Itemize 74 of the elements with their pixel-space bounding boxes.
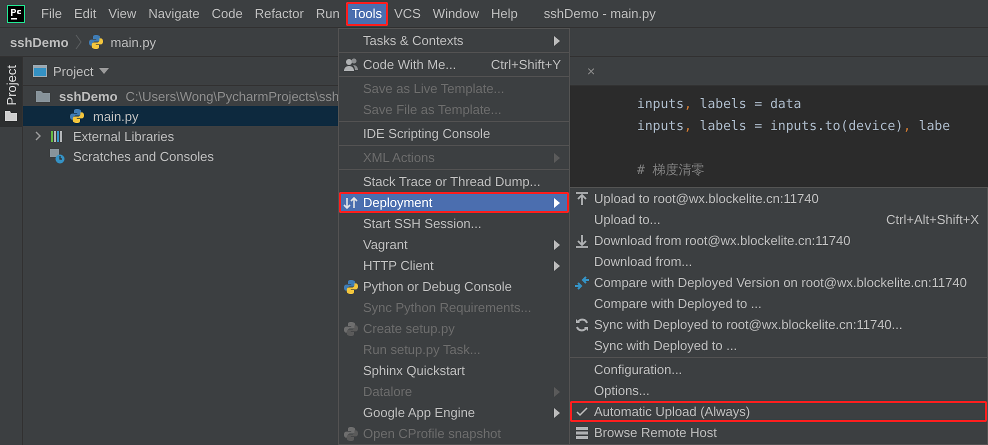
menu-item[interactable]: Stack Trace or Thread Dump... [339, 171, 569, 192]
menu-item[interactable]: Sync with Deployed to ... [570, 335, 987, 356]
project-tool-tab[interactable]: Project [0, 57, 22, 128]
menu-item[interactable]: Configuration... [570, 359, 987, 380]
folder-icon [5, 111, 17, 122]
menu-item[interactable]: Download from... [570, 251, 987, 272]
code-line: inputs, labels = data [637, 97, 802, 112]
menu-item[interactable]: Sphinx Quickstart [339, 360, 569, 381]
breadcrumb-item[interactable]: main.py [110, 34, 156, 50]
menu-item[interactable]: Deployment [339, 192, 569, 213]
tree-row[interactable]: sshDemo C:\Users\Wong\PycharmProjects\ssh [23, 86, 338, 106]
menu-item[interactable]: Help [485, 2, 524, 26]
menu-item[interactable]: VCS [388, 2, 427, 26]
python-file-icon [343, 320, 359, 336]
upload-icon [574, 190, 590, 206]
python-file-icon [88, 34, 104, 50]
chevron-icon [74, 34, 82, 50]
menu-item[interactable]: Code With Me... Ctrl+Shift+Y [339, 54, 569, 75]
menu-item[interactable]: Upload to root@wx.blockelite.cn:11740 [570, 188, 987, 209]
menu-item[interactable]: View [102, 2, 142, 26]
menu-item[interactable]: Refactor [248, 2, 310, 26]
menu-item[interactable]: Upload to... Ctrl+Alt+Shift+X [570, 209, 987, 230]
menu-item[interactable]: HTTP Client [339, 255, 569, 276]
menu-item[interactable]: Python or Debug Console [339, 276, 569, 297]
tree-row[interactable]: Scratches and Consoles [23, 146, 338, 166]
python-file-icon [69, 108, 85, 124]
code-line: # 梯度清零 [637, 163, 705, 178]
scratch-clock-icon [49, 148, 65, 164]
panel-title[interactable]: Project [53, 64, 94, 78]
tree-label: Scratches and Consoles [73, 148, 214, 164]
folder-icon [35, 88, 51, 104]
tree-row[interactable]: main.py [23, 106, 338, 126]
transfer-arrows-icon [343, 194, 359, 210]
project-path: C:\Users\Wong\PycharmProjects\ssh [126, 88, 340, 104]
tree-row[interactable]: External Libraries [23, 126, 338, 146]
menu-item[interactable]: File [35, 2, 68, 26]
menu-item[interactable]: Tools [346, 2, 388, 26]
menu-item[interactable]: Download from root@wx.blockelite.cn:11740 [570, 230, 987, 251]
menu-item[interactable]: Browse Remote Host [570, 422, 987, 443]
app-logo [7, 4, 25, 22]
shortcut-text: Ctrl+Shift+Y [490, 57, 561, 72]
menu-item[interactable]: Start SSH Session... [339, 213, 569, 234]
window-icon [33, 65, 47, 77]
python-icon [343, 278, 359, 294]
menu-item[interactable]: Options... [570, 380, 987, 401]
python-file-icon [343, 426, 359, 442]
breadcrumb-item[interactable]: sshDemo [10, 34, 69, 50]
sync-icon [574, 316, 590, 332]
menu-item[interactable]: Sync with Deployed to root@wx.blockelite.cn:11740... [570, 314, 987, 335]
window-title: sshDemo - main.py [544, 6, 656, 21]
menu-item[interactable]: Window [426, 2, 486, 26]
code-line: inputs, labels = inputs.to(device), labe [637, 119, 950, 134]
shortcut-text: Ctrl+Alt+Shift+X [886, 212, 979, 227]
menu-item[interactable]: Compare with Deployed to ... [570, 293, 987, 314]
menu-item[interactable]: Vagrant [339, 234, 569, 255]
library-icon [49, 128, 65, 144]
server-list-icon [574, 424, 590, 440]
menu-item[interactable]: Code [206, 2, 249, 26]
menu-item[interactable]: Run [310, 2, 346, 26]
menu-item[interactable]: IDE Scripting Console [339, 123, 569, 144]
dropdown-arrow-icon[interactable] [99, 68, 110, 74]
close-tab-button[interactable]: × [587, 63, 596, 79]
menu-item[interactable]: Automatic Upload (Always) [570, 401, 987, 422]
menu-item[interactable]: Navigate [142, 2, 206, 26]
people-icon [343, 56, 359, 72]
tree-label: External Libraries [73, 128, 174, 144]
download-icon [574, 232, 590, 248]
menu-item[interactable]: Tasks & Contexts [339, 30, 569, 51]
menu-item[interactable]: Google App Engine [339, 402, 569, 423]
tree-label: main.py [93, 108, 139, 124]
menu-item[interactable]: Compare with Deployed Version on root@wx.blockelite.cn:11740 [570, 272, 987, 293]
compare-arrows-icon [574, 274, 590, 290]
menu-item[interactable]: Edit [68, 2, 102, 26]
tree-label: sshDemo [59, 88, 118, 104]
